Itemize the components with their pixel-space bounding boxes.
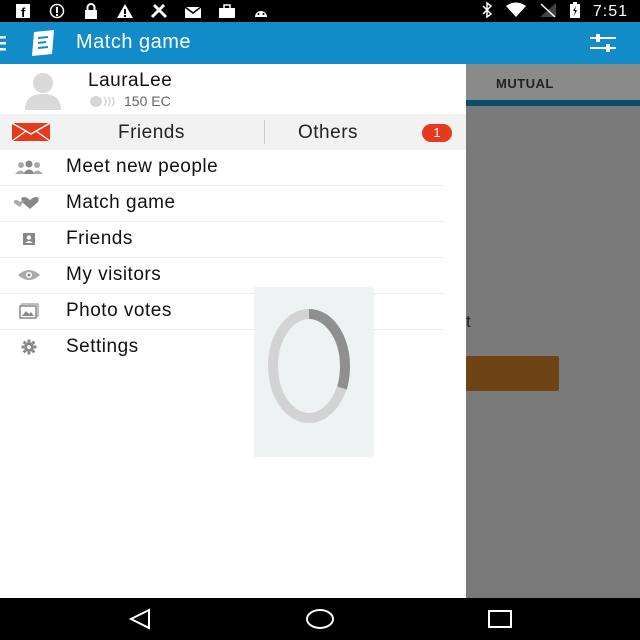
navigation-drawer: LauraLee 150 EC Friends Others 1 Meet ne… [0, 64, 466, 598]
lock-icon [82, 3, 100, 19]
tab-friends[interactable]: Friends [118, 122, 185, 144]
svg-text:f: f [21, 5, 26, 19]
no-signal-icon [539, 2, 557, 22]
system-nav-bar [0, 598, 640, 640]
bluetooth-icon [481, 1, 493, 23]
menu-label: Meet new people [66, 156, 219, 177]
menu-item-match-game[interactable]: Match game [0, 186, 445, 222]
filter-settings-icon[interactable] [588, 32, 618, 54]
menu-label: Settings [66, 336, 139, 357]
user-name: LauraLee [88, 70, 173, 91]
photos-icon [12, 301, 46, 321]
tab-indicator [466, 100, 640, 106]
people-icon [12, 157, 46, 177]
facebook-icon: f [14, 3, 32, 19]
profile-header[interactable]: LauraLee 150 EC [0, 64, 466, 114]
app-logo-icon [28, 29, 58, 57]
menu-label: Match game [66, 192, 176, 213]
coins-icon [88, 95, 118, 108]
tab-divider [264, 120, 265, 144]
gear-icon [12, 337, 46, 357]
hearts-icon [12, 193, 46, 213]
tab-mutual[interactable]: MUTUAL [496, 76, 554, 91]
menu-item-settings[interactable]: Settings [0, 330, 445, 365]
home-icon[interactable] [300, 606, 340, 632]
background-button[interactable] [466, 356, 559, 391]
briefcase-icon [218, 3, 236, 19]
menu-item-friends[interactable]: Friends [0, 222, 445, 258]
loading-spinner [254, 287, 374, 457]
status-bar: f 7:51 [0, 0, 640, 22]
recent-apps-icon[interactable] [480, 606, 520, 632]
envelope-icon[interactable] [11, 122, 51, 142]
coin-amount: 150 EC [124, 93, 171, 109]
warning-icon [116, 3, 134, 19]
others-badge: 1 [422, 124, 452, 142]
menu-item-my-visitors[interactable]: My visitors [0, 258, 445, 294]
mail-icon [184, 3, 202, 19]
drawer-menu: Meet new people Match game Friends My vi… [0, 150, 466, 365]
spinner-ring-icon [268, 309, 350, 423]
menu-label: Friends [66, 228, 133, 249]
back-icon[interactable] [120, 606, 160, 632]
battery-charging-icon [569, 1, 581, 23]
coin-balance: 150 EC [88, 93, 171, 109]
tools-icon [150, 3, 168, 19]
page-title: Match game [76, 31, 192, 53]
app-bar: Match game [0, 22, 640, 64]
avatar [22, 70, 64, 110]
eye-icon [12, 265, 46, 285]
menu-label: My visitors [66, 264, 162, 285]
hamburger-menu-icon[interactable] [0, 34, 8, 57]
wifi-icon [505, 2, 527, 22]
info-icon [48, 3, 66, 19]
menu-item-meet-new-people[interactable]: Meet new people [0, 150, 445, 186]
contact-card-icon [12, 229, 46, 249]
android-icon [252, 3, 270, 19]
background-tab-bar: MUTUAL [466, 64, 640, 106]
clock-time: 7:51 [592, 3, 628, 20]
friends-others-tabs: Friends Others 1 [0, 114, 466, 150]
background-text: t [466, 312, 471, 331]
tab-others[interactable]: Others [298, 122, 358, 144]
menu-item-photo-votes[interactable]: Photo votes [0, 294, 445, 330]
menu-label: Photo votes [66, 300, 172, 321]
